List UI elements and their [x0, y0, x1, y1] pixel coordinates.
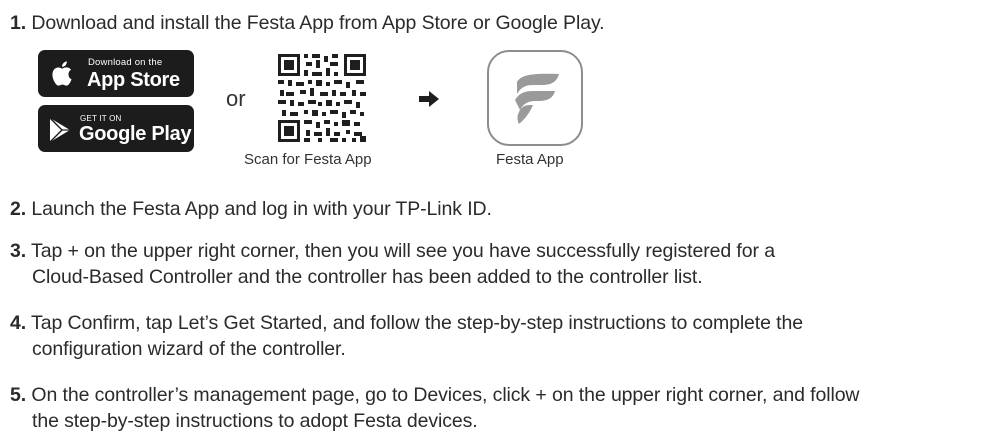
qr-code-icon [276, 52, 368, 144]
step-text: Tap + on the upper right corner, then yo… [31, 240, 775, 262]
step-text: Tap [31, 312, 68, 334]
step-text: and follow the step-by-step instructions… [327, 312, 803, 334]
step-4: 4. Tap Confirm, tap Let’s Get Started, a… [10, 310, 803, 362]
step-text: Download and install the Festa App from … [31, 12, 605, 34]
step-text: , click + on the upper right corner, and… [482, 384, 860, 406]
google-play-badge[interactable]: GET IT ON Google Play [38, 105, 194, 152]
step-text: On the controller’s management page, go … [31, 384, 414, 406]
step-2: 2. Launch the Festa App and log in with … [10, 196, 492, 222]
step-number: 1. [10, 12, 27, 34]
festa-logo-icon [515, 73, 559, 124]
step-number: 5. [10, 384, 27, 406]
step-text-continued: Cloud-Based Controller and the controlle… [32, 266, 703, 288]
play-icon [49, 117, 70, 143]
badge-small-text: Download on the [88, 57, 163, 68]
devices-term: Devices [413, 384, 483, 406]
badge-big-text: App Store [87, 69, 180, 91]
step-number: 2. [10, 198, 27, 220]
step-text: Launch the Festa App and log in with you… [31, 198, 492, 220]
app-store-badge[interactable]: Download on the App Store [38, 50, 194, 97]
step-text: , tap [135, 312, 178, 334]
step-number: 4. [10, 312, 27, 334]
festa-app-icon[interactable] [487, 50, 583, 146]
step-text-continued: configuration wizard of the controller. [32, 338, 346, 360]
badge-big-text: Google Play [79, 123, 192, 145]
step-number: 3. [10, 240, 27, 262]
or-label: or [226, 86, 246, 111]
step-3: 3. Tap + on the upper right corner, then… [10, 238, 775, 290]
step-1: 1. Download and install the Festa App fr… [10, 10, 605, 36]
step-5: 5. On the controller’s management page, … [10, 382, 860, 434]
qr-caption: Scan for Festa App [244, 151, 372, 168]
app-caption: Festa App [496, 151, 564, 168]
lets-get-started-term: Let’s Get Started, [177, 312, 328, 334]
arrow-right-icon [419, 91, 439, 107]
confirm-term: Confirm [67, 312, 136, 334]
apple-icon [52, 61, 72, 86]
step-text-continued: the step-by-step instructions to adopt F… [32, 410, 478, 432]
